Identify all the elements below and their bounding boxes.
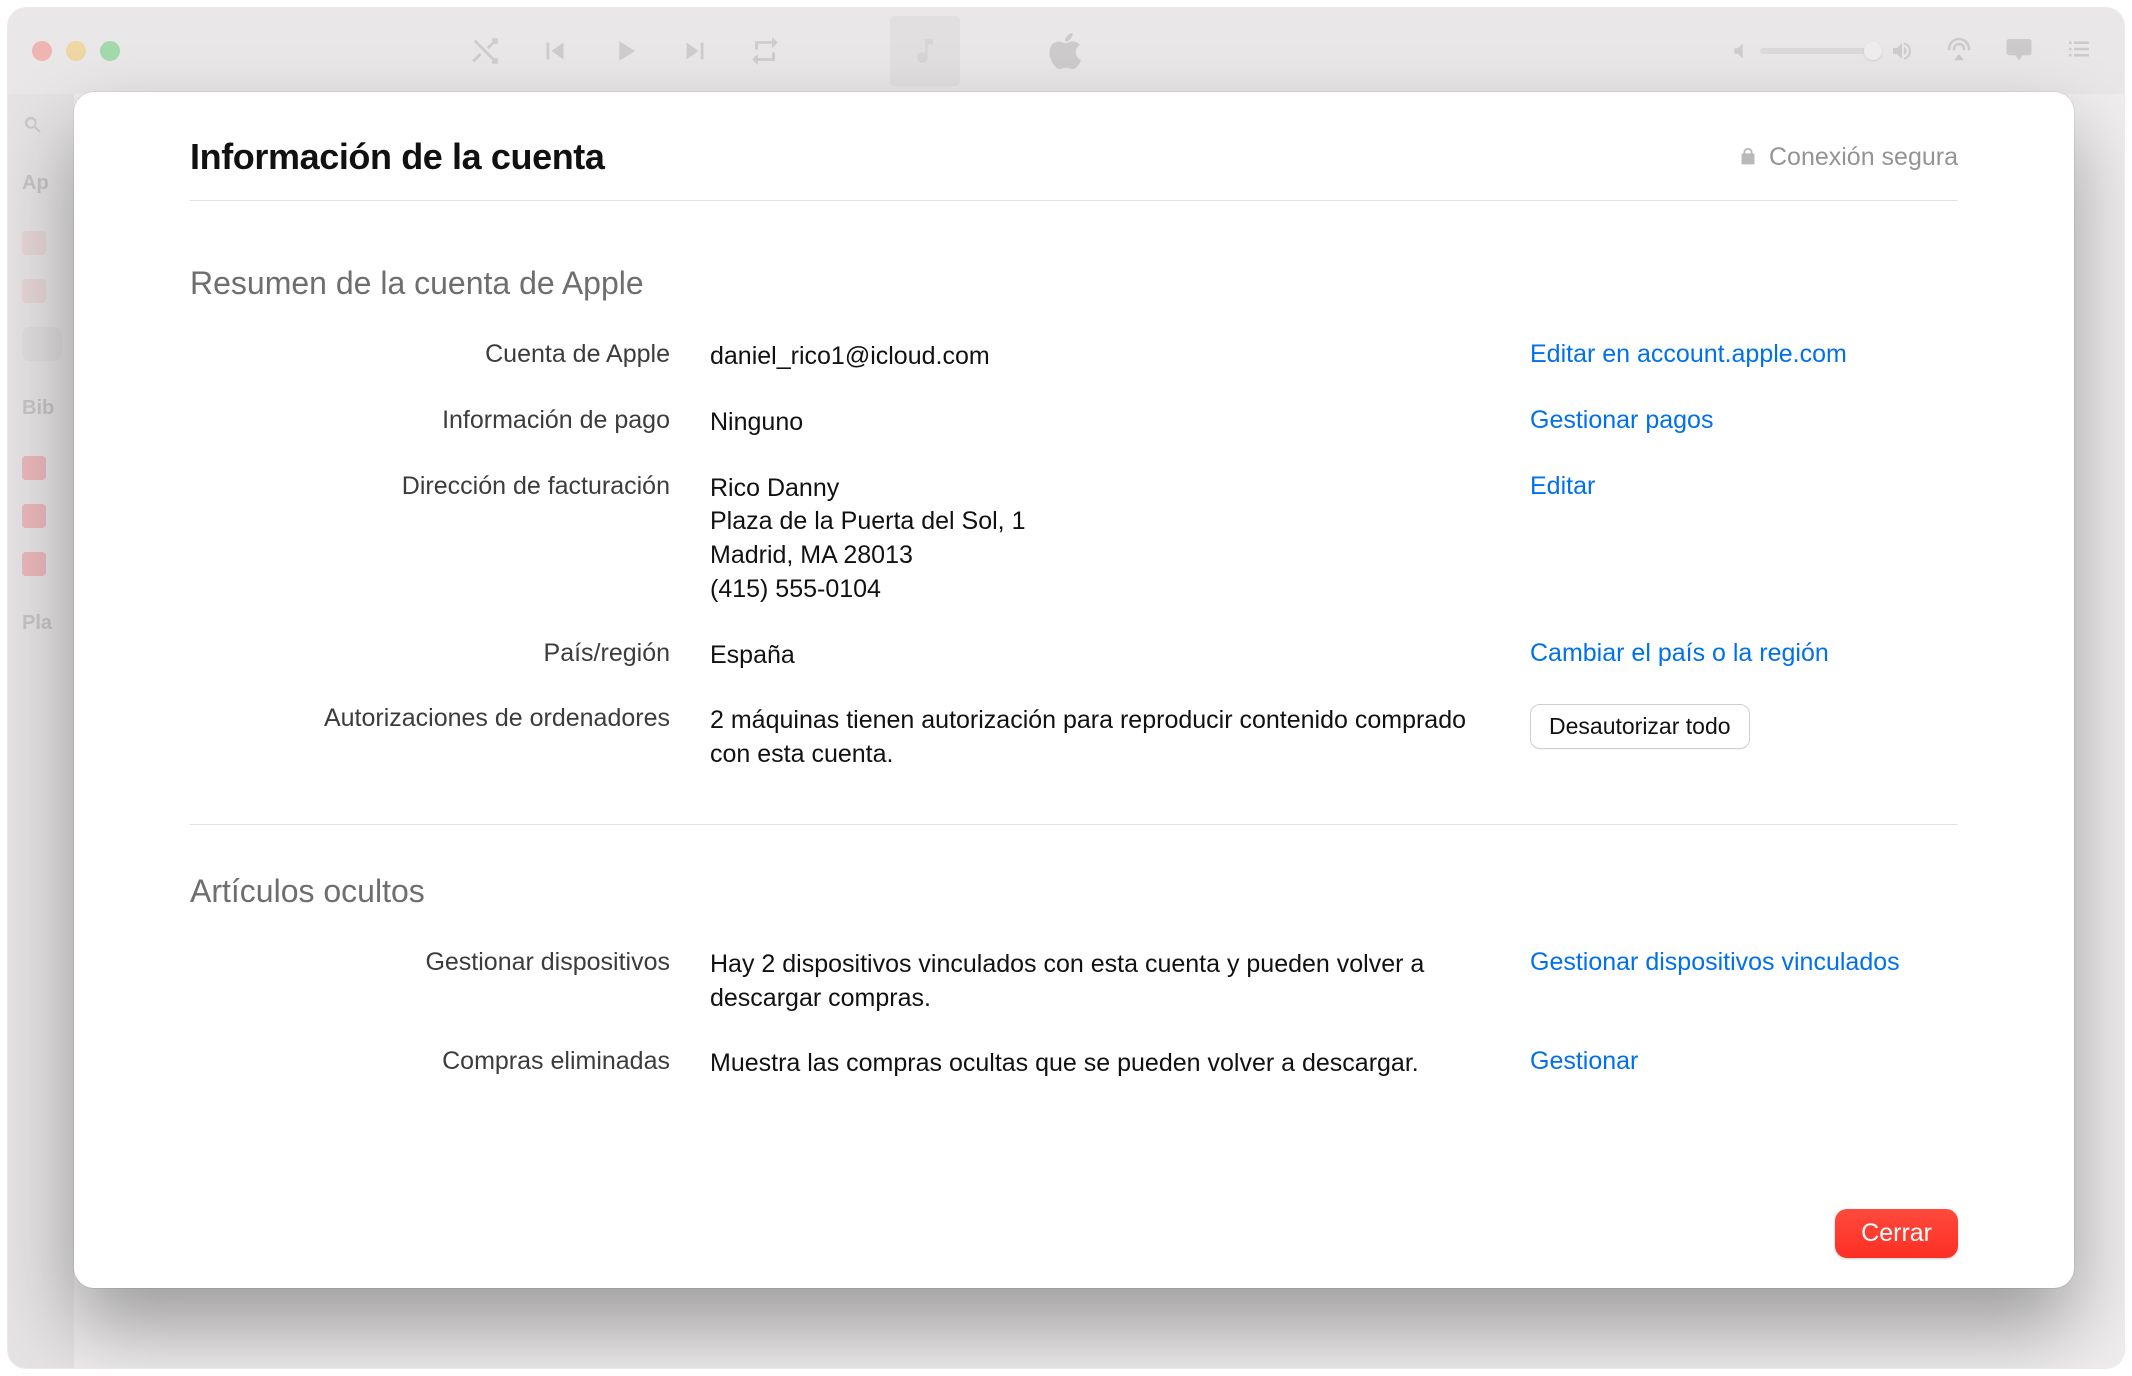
now-playing-artwork: [890, 16, 960, 86]
row-computer-authorizations: Autorizaciones de ordenadores 2 máquinas…: [190, 688, 1958, 788]
sidebar: Ap Bib Pla: [8, 94, 74, 1368]
hidden-rows: Gestionar dispositivos Hay 2 dispositivo…: [190, 932, 1958, 1097]
volume-slider-track[interactable]: [1760, 48, 1880, 54]
sidebar-item-selected[interactable]: [22, 327, 62, 361]
sidebar-section-apple: Ap: [22, 172, 60, 195]
window-traffic-lights: [32, 41, 120, 61]
modal-title: Información de la cuenta: [190, 136, 605, 178]
row-apple-account: Cuenta de Apple daniel_rico1@icloud.com …: [190, 324, 1958, 390]
sidebar-item-1[interactable]: [22, 231, 46, 255]
search-field[interactable]: [22, 114, 60, 136]
next-track-icon[interactable]: [678, 34, 712, 68]
value-apple-account: daniel_rico1@icloud.com: [710, 340, 1490, 374]
search-icon: [22, 114, 44, 136]
label-manage-devices: Gestionar dispositivos: [190, 948, 670, 977]
lyrics-icon[interactable]: [2004, 34, 2034, 69]
sidebar-section-playlists: Pla: [22, 612, 60, 635]
music-app-window: Ap Bib Pla Información de la cuenta Cone…: [8, 8, 2124, 1368]
volume-low-icon: [1728, 40, 1750, 62]
link-manage-payments[interactable]: Gestionar pagos: [1530, 406, 1713, 434]
sidebar-item-5[interactable]: [22, 552, 46, 576]
value-deleted-purchases: Muestra las compras ocultas que se puede…: [710, 1047, 1490, 1081]
summary-rows: Cuenta de Apple daniel_rico1@icloud.com …: [190, 324, 1958, 788]
section-heading-summary: Resumen de la cuenta de Apple: [190, 265, 1958, 302]
row-billing-address: Dirección de facturación Rico Danny Plaz…: [190, 456, 1958, 623]
modal-header: Información de la cuenta Conexión segura: [190, 136, 1958, 201]
volume-control[interactable]: [1728, 39, 1914, 63]
value-manage-devices: Hay 2 dispositivos vinculados con esta c…: [710, 948, 1490, 1016]
account-info-modal: Información de la cuenta Conexión segura…: [74, 92, 2074, 1288]
row-payment-info: Información de pago Ninguno Gestionar pa…: [190, 390, 1958, 456]
label-payment-info: Información de pago: [190, 406, 670, 435]
label-deleted-purchases: Compras eliminadas: [190, 1047, 670, 1076]
lock-icon: [1737, 146, 1759, 168]
secure-connection-label: Conexión segura: [1769, 143, 1958, 172]
billing-line-4: (415) 555-0104: [710, 573, 1490, 607]
label-computer-authorizations: Autorizaciones de ordenadores: [190, 704, 670, 733]
value-country-region: España: [710, 639, 1490, 673]
section-heading-hidden: Artículos ocultos: [190, 873, 1958, 910]
close-button[interactable]: Cerrar: [1835, 1209, 1958, 1258]
secure-connection-indicator: Conexión segura: [1737, 143, 1958, 172]
value-payment-info: Ninguno: [710, 406, 1490, 440]
billing-line-2: Plaza de la Puerta del Sol, 1: [710, 505, 1490, 539]
toolbar-right-controls: [1728, 34, 2094, 69]
billing-line-1: Rico Danny: [710, 472, 1490, 506]
value-billing-address: Rico Danny Plaza de la Puerta del Sol, 1…: [710, 472, 1490, 607]
music-note-icon: [909, 35, 941, 67]
link-edit-apple-account[interactable]: Editar en account.apple.com: [1530, 340, 1847, 368]
label-country-region: País/región: [190, 639, 670, 668]
shuffle-icon[interactable]: [468, 34, 502, 68]
window-close-button[interactable]: [32, 41, 52, 61]
play-icon[interactable]: [608, 34, 642, 68]
label-billing-address: Dirección de facturación: [190, 472, 670, 501]
sidebar-item-2[interactable]: [22, 279, 46, 303]
sidebar-item-3[interactable]: [22, 456, 46, 480]
link-manage-purchases[interactable]: Gestionar: [1530, 1047, 1638, 1075]
airplay-icon[interactable]: [1944, 34, 1974, 69]
value-computer-authorizations: 2 máquinas tienen autorización para repr…: [710, 704, 1490, 772]
row-manage-devices: Gestionar dispositivos Hay 2 dispositivo…: [190, 932, 1958, 1032]
section-divider: [190, 824, 1958, 825]
volume-high-icon: [1890, 39, 1914, 63]
sidebar-section-library: Bib: [22, 397, 60, 420]
modal-footer: Cerrar: [190, 1183, 1958, 1258]
window-minimize-button[interactable]: [66, 41, 86, 61]
label-apple-account: Cuenta de Apple: [190, 340, 670, 369]
window-toolbar: [8, 8, 2124, 94]
previous-track-icon[interactable]: [538, 34, 572, 68]
link-manage-linked-devices[interactable]: Gestionar dispositivos vinculados: [1530, 948, 1900, 976]
player-controls: [468, 34, 782, 68]
button-deauthorize-all[interactable]: Desautorizar todo: [1530, 704, 1750, 749]
repeat-icon[interactable]: [748, 34, 782, 68]
volume-slider-thumb[interactable]: [1864, 42, 1882, 60]
row-deleted-purchases: Compras eliminadas Muestra las compras o…: [190, 1031, 1958, 1097]
link-edit-billing[interactable]: Editar: [1530, 472, 1595, 500]
billing-line-3: Madrid, MA 28013: [710, 539, 1490, 573]
window-fullscreen-button[interactable]: [100, 41, 120, 61]
queue-list-icon[interactable]: [2064, 34, 2094, 69]
link-change-country[interactable]: Cambiar el país o la región: [1530, 639, 1829, 667]
apple-logo-icon: [1047, 30, 1085, 72]
sidebar-item-4[interactable]: [22, 504, 46, 528]
row-country-region: País/región España Cambiar el país o la …: [190, 623, 1958, 689]
